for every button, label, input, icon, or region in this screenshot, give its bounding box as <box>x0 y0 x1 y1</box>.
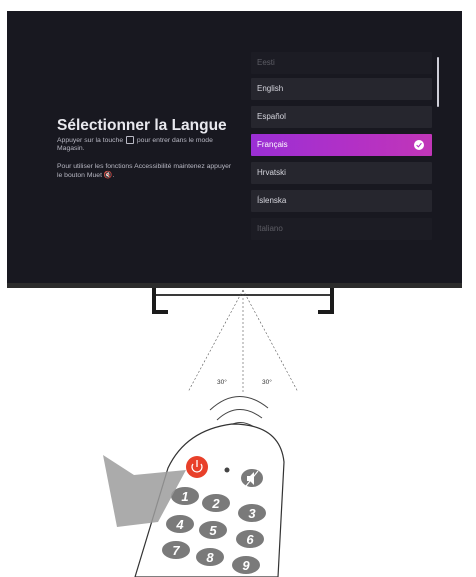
ir-beam-lines <box>187 289 299 393</box>
key-3-label: 3 <box>248 506 256 521</box>
key-4-label: 4 <box>175 517 184 532</box>
key-1-label: 1 <box>181 489 188 504</box>
key-9-label: 9 <box>242 558 250 573</box>
angle-left-label: 30° <box>217 379 227 386</box>
key-2-label: 2 <box>211 496 220 511</box>
key-5-label: 5 <box>209 523 217 538</box>
key-7-label: 7 <box>172 543 180 558</box>
key-6-label: 6 <box>246 532 254 547</box>
remote-diagram: 1 2 3 4 5 6 7 8 9 <box>103 289 299 577</box>
angle-right-label: 30° <box>262 379 272 386</box>
key-8-label: 8 <box>206 550 214 565</box>
ir-indicator-dot <box>224 467 230 473</box>
